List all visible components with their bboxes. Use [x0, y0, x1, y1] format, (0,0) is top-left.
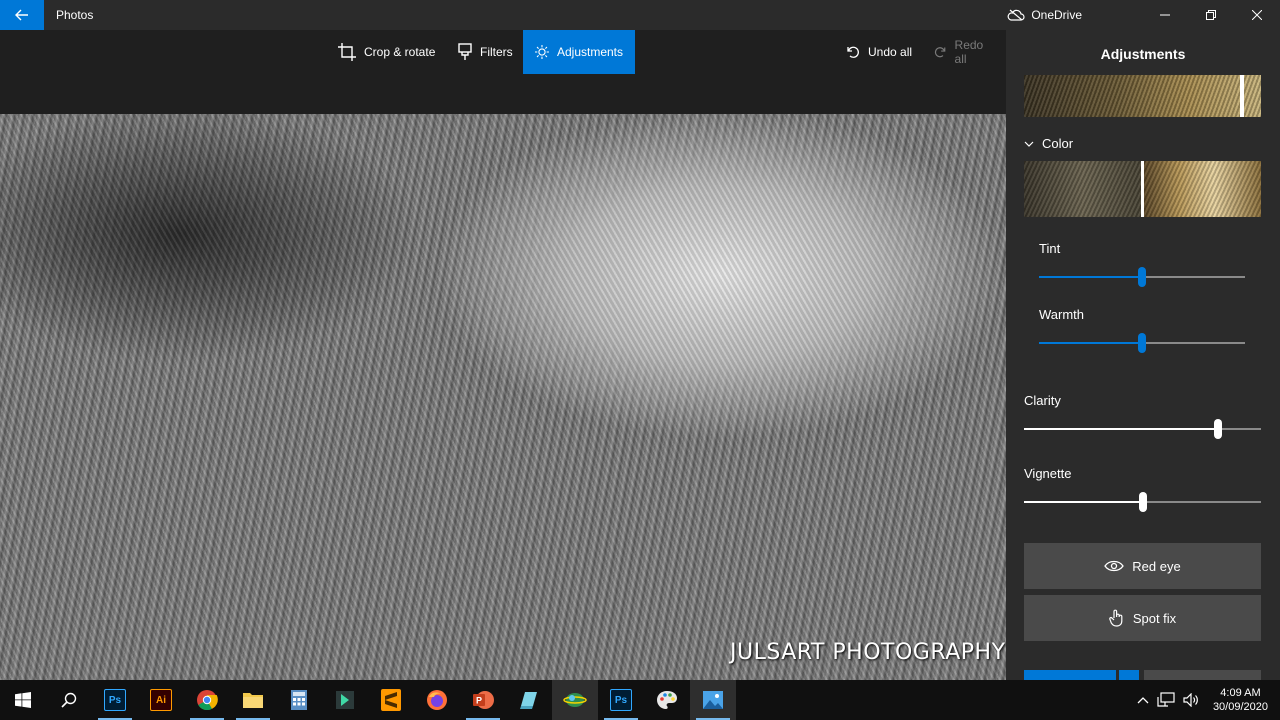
filters-icon [458, 43, 472, 60]
hand-icon [1109, 609, 1123, 627]
taskbar-clock[interactable]: 4:09 AM 30/09/2020 [1213, 686, 1268, 714]
redo-all-label: Redo all [954, 38, 984, 66]
taskbar-notes-app[interactable] [506, 680, 552, 720]
taskbar-photoshop[interactable]: Ps [92, 680, 138, 720]
close-button[interactable] [1234, 0, 1280, 30]
calculator-icon [291, 690, 307, 710]
tint-slider[interactable] [1039, 267, 1245, 287]
notes-app-icon [520, 692, 537, 709]
redo-all-button[interactable]: Redo all [922, 30, 1006, 74]
taskbar-calculator[interactable] [276, 680, 322, 720]
filters-label: Filters [480, 45, 513, 59]
taskbar-photos[interactable] [690, 680, 736, 720]
chevron-up-icon[interactable] [1137, 696, 1149, 704]
app-title: Photos [56, 8, 94, 22]
color-strip-after [1144, 161, 1261, 217]
clarity-label: Clarity [1024, 393, 1061, 408]
minimize-button[interactable] [1142, 0, 1188, 30]
color-section-header[interactable]: Color [1024, 136, 1073, 151]
color-section-label: Color [1042, 136, 1074, 151]
clarity-slider[interactable] [1024, 419, 1261, 439]
redo-icon [934, 47, 946, 58]
onedrive-label: OneDrive [1031, 8, 1082, 22]
illustrator-icon: Ai [150, 689, 172, 711]
photo-watermark: JULSART PHOTOGRAPHY [730, 640, 1006, 665]
taskbar: Ps Ai P Ps 4:09 AM 30/09/2020 [0, 680, 1280, 720]
taskbar-powerpoint[interactable]: P [460, 680, 506, 720]
back-button[interactable] [0, 0, 44, 30]
globe-app-icon [563, 693, 587, 707]
vignette-slider[interactable] [1024, 492, 1261, 512]
crop-icon [338, 43, 356, 61]
onedrive-button[interactable]: OneDrive [1007, 8, 1082, 22]
panel-title: Adjustments [1100, 46, 1186, 62]
chrome-icon [197, 690, 218, 711]
sublime-icon [381, 689, 401, 711]
photoshop-icon: Ps [104, 689, 126, 711]
sun-icon [535, 45, 549, 59]
cloud-icon [1007, 9, 1025, 21]
eye-icon [1104, 560, 1125, 572]
taskbar-photoshop-2[interactable]: Ps [598, 680, 644, 720]
start-button[interactable] [0, 680, 46, 720]
chevron-down-icon [1024, 141, 1034, 147]
svg-text:P: P [476, 696, 482, 706]
edit-toolbar: Crop & rotate Filters Adjustments Undo a… [0, 30, 1006, 114]
green-app-icon [336, 691, 354, 709]
red-eye-button[interactable]: Red eye [1024, 543, 1261, 589]
search-button[interactable] [46, 680, 92, 720]
taskbar-file-explorer[interactable] [230, 680, 276, 720]
spot-fix-label: Spot fix [1132, 610, 1177, 626]
adjustments-panel: Adjustments Color Tint Warmth Clarity Vi… [1006, 30, 1280, 690]
system-tray: 4:09 AM 30/09/2020 [1137, 680, 1280, 720]
adjustments-label: Adjustments [556, 45, 623, 59]
warmth-slider[interactable] [1039, 333, 1245, 353]
photos-app-icon [703, 691, 723, 709]
vignette-label: Vignette [1024, 466, 1072, 481]
taskbar-globe-app[interactable] [552, 680, 598, 720]
taskbar-sublime-text[interactable] [368, 680, 414, 720]
folder-icon [243, 693, 263, 708]
crop-rotate-label: Crop & rotate [364, 45, 436, 59]
color-adjust-strip[interactable] [1024, 161, 1261, 217]
clock-time: 4:09 AM [1220, 687, 1261, 699]
powerpoint-icon: P [473, 691, 494, 709]
minimize-icon [1160, 14, 1170, 16]
taskbar-illustrator[interactable]: Ai [138, 680, 184, 720]
undo-all-label: Undo all [868, 45, 913, 59]
red-eye-label: Red eye [1132, 558, 1181, 574]
palette-icon [657, 691, 677, 709]
back-arrow-icon [15, 9, 28, 21]
restore-button[interactable] [1188, 0, 1234, 30]
light-adjust-strip[interactable] [1024, 75, 1261, 117]
crop-rotate-button[interactable]: Crop & rotate [326, 30, 447, 74]
firefox-icon [427, 690, 447, 710]
taskbar-app-green[interactable] [322, 680, 368, 720]
taskbar-chrome[interactable] [184, 680, 230, 720]
spot-fix-button[interactable]: Spot fix [1024, 595, 1261, 641]
light-adjust-handle[interactable] [1239, 75, 1244, 117]
photoshop-2-icon: Ps [610, 689, 632, 711]
taskbar-paint-app[interactable] [644, 680, 690, 720]
color-strip-before [1024, 161, 1141, 217]
tint-label: Tint [1039, 241, 1061, 256]
network-icon[interactable] [1157, 692, 1175, 708]
search-icon [61, 692, 77, 708]
filters-button[interactable]: Filters [446, 30, 525, 74]
clock-date: 30/09/2020 [1212, 701, 1268, 713]
undo-icon [847, 46, 859, 58]
photo-canvas: JULSART PHOTOGRAPHY [0, 114, 1006, 680]
volume-icon[interactable] [1183, 693, 1199, 707]
adjustments-button[interactable]: Adjustments [523, 30, 635, 74]
warmth-label: Warmth [1039, 307, 1085, 322]
restore-icon [1206, 10, 1216, 20]
title-bar: Photos OneDrive [0, 0, 1280, 30]
windows-logo-icon [15, 692, 31, 708]
taskbar-firefox[interactable] [414, 680, 460, 720]
close-icon [1252, 10, 1262, 20]
undo-all-button[interactable]: Undo all [834, 30, 924, 74]
